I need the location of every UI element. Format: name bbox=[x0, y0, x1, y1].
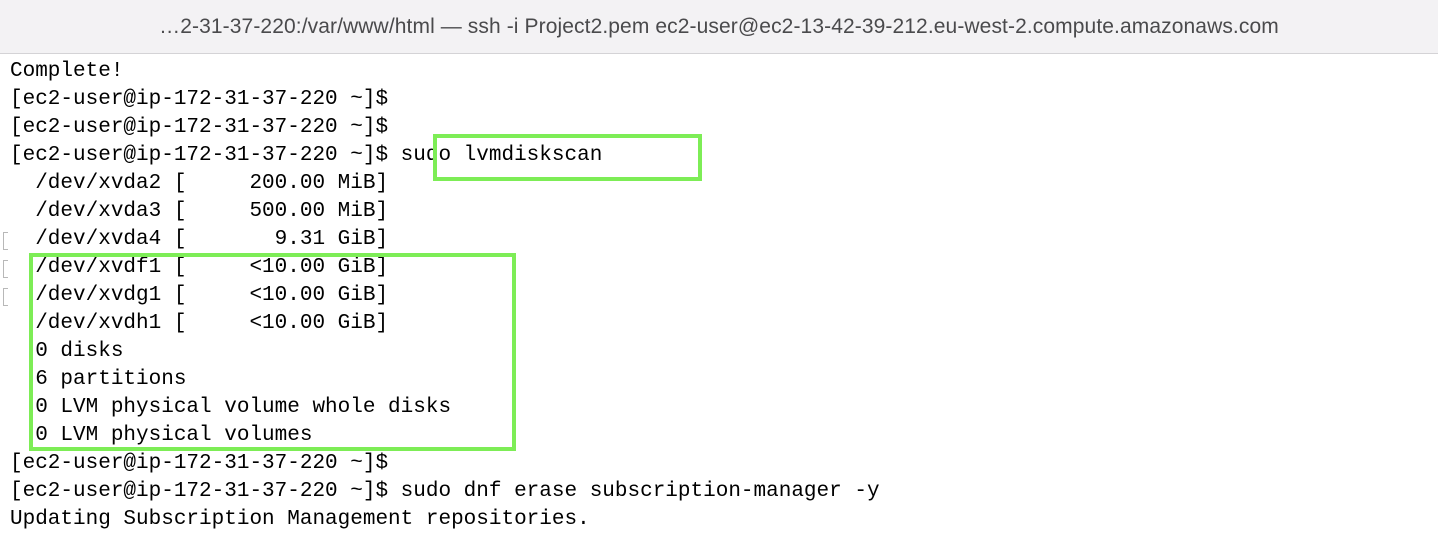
terminal-line: /dev/xvda4 [ 9.31 GiB] bbox=[10, 228, 389, 251]
terminal-output[interactable]: Complete! [ec2-user@ip-172-31-37-220 ~]$… bbox=[0, 58, 1438, 534]
line-mark-icon bbox=[3, 260, 8, 278]
terminal-line: [ec2-user@ip-172-31-37-220 ~]$ bbox=[10, 88, 389, 111]
terminal-line: Updating Subscription Management reposit… bbox=[10, 508, 590, 531]
terminal-line: [ec2-user@ip-172-31-37-220 ~]$ sudo dnf … bbox=[10, 480, 880, 503]
terminal-line: [ec2-user@ip-172-31-37-220 ~]$ sudo lvmd… bbox=[10, 144, 603, 167]
terminal-line: 0 LVM physical volume whole disks bbox=[10, 396, 452, 419]
title-bar[interactable]: …2-31-37-220:/var/www/html — ssh -i Proj… bbox=[0, 0, 1438, 54]
window-title: …2-31-37-220:/var/www/html — ssh -i Proj… bbox=[159, 14, 1279, 38]
terminal-line: 0 disks bbox=[10, 340, 124, 363]
terminal-line: 6 partitions bbox=[10, 368, 187, 391]
terminal-line: /dev/xvdf1 [ <10.00 GiB] bbox=[10, 256, 389, 279]
terminal-line: Complete! bbox=[10, 60, 124, 83]
terminal-line: /dev/xvdg1 [ <10.00 GiB] bbox=[10, 284, 389, 307]
line-mark-icon bbox=[3, 288, 8, 306]
terminal-line: /dev/xvda2 [ 200.00 MiB] bbox=[10, 172, 389, 195]
terminal-window: …2-31-37-220:/var/www/html — ssh -i Proj… bbox=[0, 0, 1438, 534]
terminal-line: /dev/xvda3 [ 500.00 MiB] bbox=[10, 200, 389, 223]
terminal-line: /dev/xvdh1 [ <10.00 GiB] bbox=[10, 312, 389, 335]
terminal-line: 0 LVM physical volumes bbox=[10, 424, 313, 447]
line-mark-icon bbox=[3, 232, 8, 250]
terminal-line: [ec2-user@ip-172-31-37-220 ~]$ bbox=[10, 452, 389, 475]
terminal-line: [ec2-user@ip-172-31-37-220 ~]$ bbox=[10, 116, 389, 139]
